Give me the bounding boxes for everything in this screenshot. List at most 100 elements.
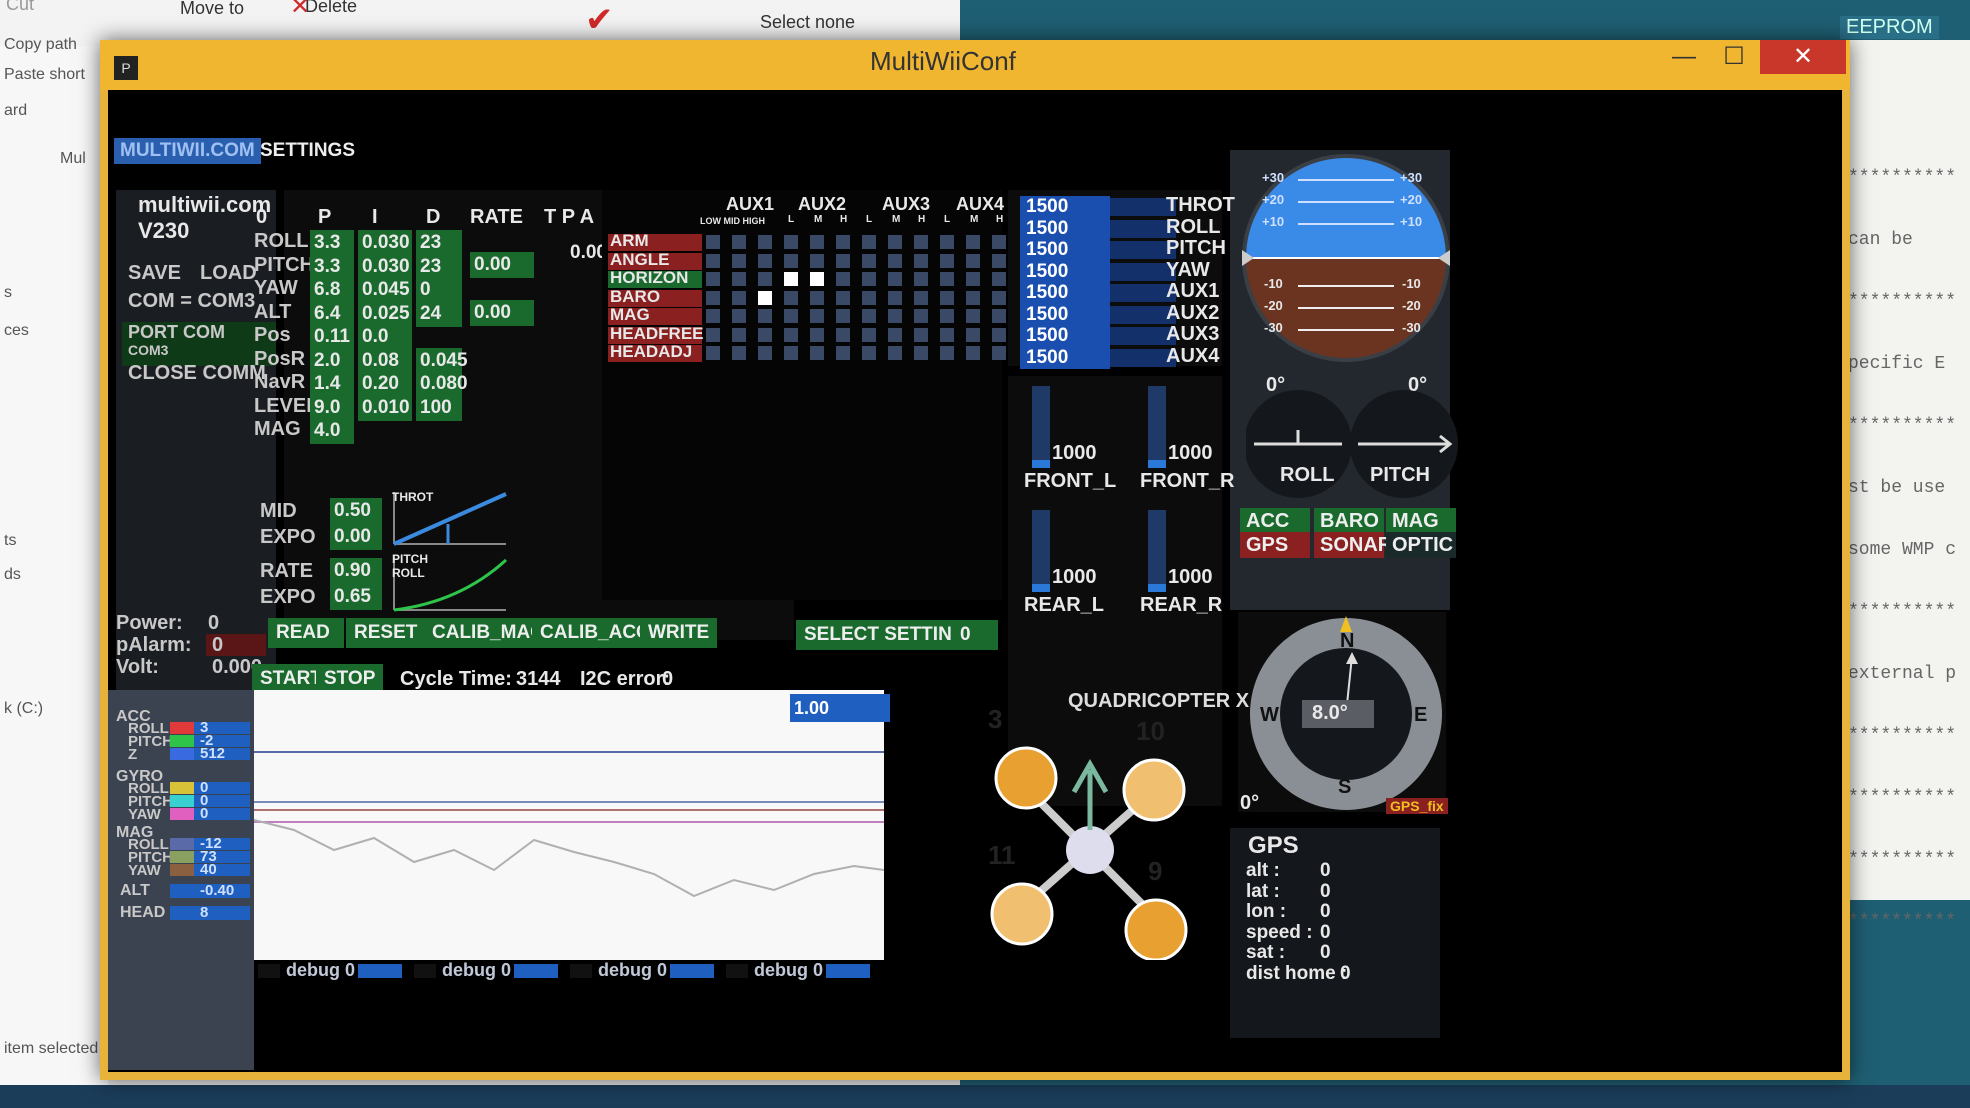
aux-checkbox[interactable] — [862, 235, 876, 249]
move-to-button[interactable]: Move to — [180, 0, 244, 19]
aux-checkbox[interactable] — [966, 253, 980, 268]
aux-checkbox[interactable] — [940, 346, 954, 360]
aux-checkbox[interactable] — [940, 272, 954, 286]
load-button[interactable]: LOAD — [200, 262, 257, 285]
aux-checkbox[interactable] — [758, 253, 772, 268]
aux-checkbox[interactable] — [836, 253, 850, 268]
aux-checkbox[interactable] — [914, 235, 928, 249]
aux-checkbox[interactable] — [914, 272, 928, 286]
nav-item[interactable]: ts — [4, 532, 16, 550]
aux-checkbox[interactable] — [810, 272, 824, 286]
aux-checkbox[interactable] — [966, 346, 980, 360]
pid-p-value[interactable]: 2.0 — [310, 347, 354, 374]
aux-checkbox[interactable] — [706, 309, 720, 323]
aux-checkbox[interactable] — [940, 309, 954, 323]
nav-item[interactable]: ces — [4, 322, 29, 340]
pid-d-value[interactable]: 0.045 — [416, 347, 468, 374]
aux-checkbox[interactable] — [914, 253, 928, 268]
close-comm-button[interactable]: CLOSE COMM — [128, 362, 266, 385]
aux-checkbox[interactable] — [966, 309, 980, 323]
write-button[interactable]: WRITE — [640, 618, 718, 648]
pid-p-value[interactable]: 6.8 — [310, 277, 354, 303]
aux-checkbox[interactable] — [810, 327, 824, 342]
pid-d-value[interactable]: 0 — [416, 277, 462, 303]
aux-checkbox[interactable] — [706, 327, 720, 342]
aux-checkbox[interactable] — [966, 290, 980, 305]
delete-button[interactable]: Delete — [305, 0, 357, 17]
aux-checkbox[interactable] — [862, 346, 876, 360]
aux-checkbox[interactable] — [966, 235, 980, 249]
pid-p-value[interactable]: 6.4 — [310, 300, 354, 327]
expo-throttle-value[interactable]: 0.00 — [330, 524, 382, 550]
graph-scale[interactable]: 1.00 — [790, 694, 890, 722]
aux-checkbox[interactable] — [758, 290, 772, 305]
pid-i-value[interactable]: 0.010 — [358, 394, 412, 421]
ribbon-cut[interactable]: Cut — [6, 0, 34, 15]
arduino-tab[interactable]: EEPROM — [1840, 16, 1939, 39]
rate-yaw[interactable]: 0.00 — [470, 300, 534, 326]
aux-checkbox[interactable] — [810, 253, 824, 268]
aux-checkbox[interactable] — [732, 309, 746, 323]
aux-checkbox[interactable] — [888, 346, 902, 360]
aux-checkbox[interactable] — [732, 253, 746, 268]
maximize-button[interactable]: ☐ — [1710, 40, 1758, 74]
aux-checkbox[interactable] — [784, 235, 798, 249]
aux-checkbox[interactable] — [836, 309, 850, 323]
aux-checkbox[interactable] — [758, 235, 772, 249]
pid-p-value[interactable]: 3.3 — [310, 253, 354, 280]
aux-checkbox[interactable] — [758, 327, 772, 342]
aux-checkbox[interactable] — [888, 253, 902, 268]
aux-checkbox[interactable] — [810, 309, 824, 323]
aux-checkbox[interactable] — [706, 272, 720, 286]
paste-shortcut-button[interactable]: Paste short — [4, 66, 85, 84]
aux-checkbox[interactable] — [914, 327, 928, 342]
aux-checkbox[interactable] — [992, 346, 1006, 360]
aux-checkbox[interactable] — [888, 309, 902, 323]
aux-checkbox[interactable] — [732, 290, 746, 305]
pid-i-value[interactable]: 0.030 — [358, 230, 412, 256]
pid-d-value[interactable]: 23 — [416, 230, 462, 256]
mid-value[interactable]: 0.50 — [330, 498, 382, 524]
aux-checkbox[interactable] — [862, 253, 876, 268]
rate-value[interactable]: 0.90 — [330, 558, 382, 584]
pid-d-value[interactable]: 24 — [416, 300, 462, 327]
aux-checkbox[interactable] — [706, 253, 720, 268]
aux-checkbox[interactable] — [810, 290, 824, 305]
aux-checkbox[interactable] — [862, 309, 876, 323]
title-bar[interactable]: P MultiWiiConf — ☐ ✕ — [100, 40, 1850, 90]
aux-checkbox[interactable] — [888, 272, 902, 286]
aux-checkbox[interactable] — [758, 272, 772, 286]
pid-i-value[interactable]: 0.045 — [358, 277, 412, 303]
setting-value[interactable]: 0 — [952, 620, 998, 650]
pid-p-value[interactable]: 9.0 — [310, 394, 354, 421]
read-button[interactable]: READ — [268, 618, 344, 648]
aux-checkbox[interactable] — [966, 272, 980, 286]
rate-roll-pitch[interactable]: 0.00 — [470, 252, 534, 278]
pid-i-value[interactable]: 0.025 — [358, 300, 412, 327]
aux-checkbox[interactable] — [992, 327, 1006, 342]
aux-checkbox[interactable] — [940, 235, 954, 249]
aux-checkbox[interactable] — [992, 309, 1006, 323]
pid-i-value[interactable]: 0.20 — [358, 371, 412, 397]
aux-checkbox[interactable] — [810, 346, 824, 360]
aux-checkbox[interactable] — [836, 346, 850, 360]
aux-checkbox[interactable] — [784, 290, 798, 305]
aux-checkbox[interactable] — [758, 346, 772, 360]
aux-checkbox[interactable] — [992, 253, 1006, 268]
aux-checkbox[interactable] — [862, 327, 876, 342]
save-button[interactable]: SAVE — [128, 262, 181, 285]
pid-d-value[interactable]: 23 — [416, 253, 462, 280]
aux-checkbox[interactable] — [784, 272, 798, 286]
aux-checkbox[interactable] — [940, 327, 954, 342]
aux-checkbox[interactable] — [732, 272, 746, 286]
tab-multiwii-com[interactable]: MULTIWII.COM — [114, 138, 261, 164]
aux-checkbox[interactable] — [836, 272, 850, 286]
aux-checkbox[interactable] — [888, 290, 902, 305]
tab-settings[interactable]: SETTINGS — [260, 138, 355, 164]
aux-checkbox[interactable] — [706, 290, 720, 305]
aux-checkbox[interactable] — [784, 253, 798, 268]
pid-d-value[interactable]: 0.080 — [416, 371, 468, 397]
select-none-button[interactable]: Select none — [760, 12, 855, 33]
pid-i-value[interactable]: 0.030 — [358, 253, 412, 280]
aux-checkbox[interactable] — [914, 309, 928, 323]
